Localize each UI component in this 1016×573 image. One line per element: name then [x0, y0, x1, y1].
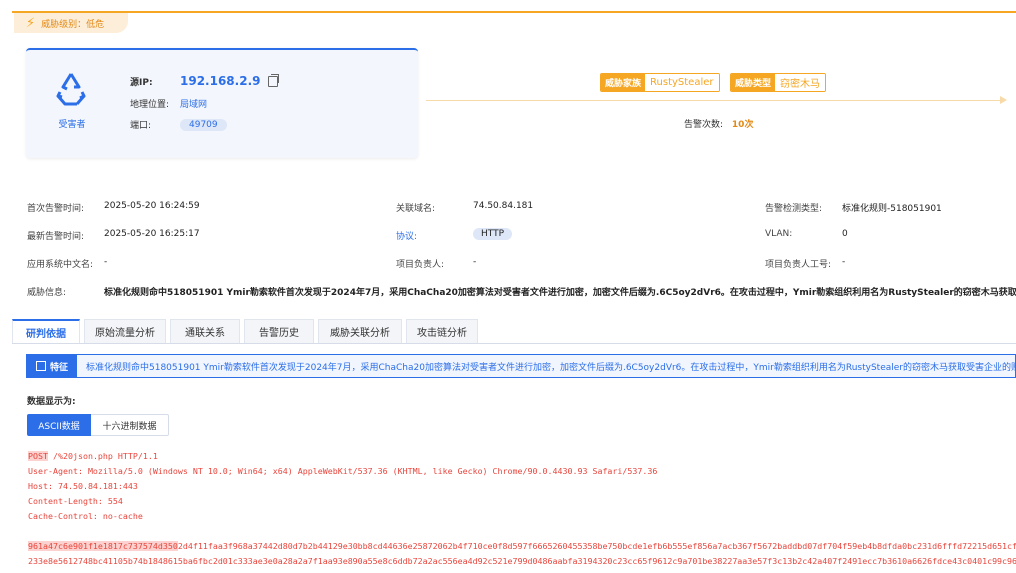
location-value: 局域网 — [180, 100, 208, 110]
owner-value: - — [473, 257, 477, 267]
threat-family-tag: 威胁家族 RustyStealer — [600, 73, 720, 92]
source-ip-value: 192.168.2.9 — [180, 74, 261, 88]
recycle-icon — [56, 73, 86, 106]
body-highlight: 961a47c6e901f1e1817c737574d350 — [28, 541, 178, 551]
tab-attack-chain[interactable]: 攻击链分析 — [406, 319, 478, 343]
location-row: 地理位置: 局域网 — [130, 97, 207, 110]
feature-icon — [35, 361, 46, 371]
first-alert-value: 2025-05-20 16:24:59 — [104, 201, 200, 211]
request-path: /%20json.php HTTP/1.1 — [47, 451, 158, 461]
host-header: Host: 74.50.84.181:443 — [28, 481, 138, 491]
tab-evidence[interactable]: 研判依据 — [12, 319, 80, 343]
hex-button[interactable]: 十六进制数据 — [91, 414, 169, 436]
tab-threat-correlation[interactable]: 威胁关联分析 — [318, 319, 402, 343]
request-line: POST /%20json.php HTTP/1.1 — [28, 451, 158, 461]
last-alert-value: 2025-05-20 16:25:17 — [104, 229, 200, 239]
location-label: 地理位置: — [130, 100, 170, 110]
body-rest: 2d4f11faa3f968a37442d80d7b2b44129e30bb8c… — [177, 541, 1016, 551]
content-length-header: Content-Length: 554 — [28, 496, 123, 506]
threat-type-value: 窃密木马 — [775, 74, 826, 91]
app-cn-value: - — [104, 257, 108, 267]
threat-info-value: 标准化规则命中518051901 Ymir勒索软件首次发现于2024年7月，采用… — [104, 288, 1016, 298]
protocol-label: 协议: — [396, 232, 418, 242]
source-ip-row: 源IP: 192.168.2.9 — [130, 73, 280, 88]
body-line-1: 961a47c6e901f1e1817c737574d3502d4f11faa3… — [28, 541, 1016, 551]
threat-info-label: 威胁信息: — [27, 288, 67, 298]
port-row: 端口: 49709 — [130, 118, 227, 131]
vlan-label: VLAN: — [765, 229, 793, 239]
threat-type-tag: 威胁类型 窃密木马 — [730, 73, 827, 92]
port-value: 49709 — [180, 118, 227, 131]
app-cn-label: 应用系统中文名: — [27, 260, 94, 270]
threat-level-badge: ⚡ 威胁级别：低危 — [14, 13, 128, 33]
data-display-label: 数据显示为: — [27, 397, 76, 407]
ascii-button[interactable]: ASCII数据 — [27, 414, 91, 436]
first-alert-label: 首次告警时间: — [27, 204, 85, 214]
feature-bar: 特征 标准化规则命中518051901 Ymir勒索软件首次发现于2024年7月… — [26, 354, 1016, 378]
protocol-value: HTTP — [473, 228, 513, 240]
threat-level-line — [12, 11, 1016, 13]
feature-tag-label: 特征 — [49, 362, 68, 373]
arrow-right-icon — [1000, 96, 1007, 104]
threat-flow-line — [426, 100, 1004, 101]
threat-type-label: 威胁类型 — [731, 74, 776, 91]
threat-family-label: 威胁家族 — [601, 74, 646, 91]
cache-control-header: Cache-Control: no-cache — [28, 511, 143, 521]
alert-count-label: 告警次数: — [684, 120, 724, 130]
threat-family-value: RustyStealer — [645, 74, 719, 91]
user-agent-header: User-Agent: Mozilla/5.0 (Windows NT 10.0… — [28, 466, 658, 476]
detect-type-value: 标准化规则-518051901 — [842, 204, 942, 214]
source-ip-label: 源IP: — [130, 77, 153, 88]
copy-icon[interactable] — [268, 73, 280, 87]
lightning-icon: ⚡ — [26, 15, 36, 31]
victim-role-label: 受害者 — [58, 120, 86, 130]
tab-communication[interactable]: 通联关系 — [170, 319, 240, 343]
last-alert-label: 最新告警时间: — [27, 232, 85, 242]
feature-tag: 特征 — [27, 355, 77, 377]
analysis-tabs: 研判依据 原始流量分析 通联关系 告警历史 威胁关联分析 攻击链分析 — [12, 319, 1016, 344]
threat-level-label: 威胁级别：低危 — [41, 19, 105, 30]
alert-count: 告警次数: 10次 — [684, 117, 753, 130]
domain-value: 74.50.84.181 — [473, 201, 534, 211]
domain-label: 关联域名: — [396, 204, 436, 214]
owner-id-value: - — [842, 257, 846, 267]
tab-raw-traffic[interactable]: 原始流量分析 — [84, 319, 166, 343]
alert-count-value: 10次 — [731, 120, 754, 130]
body-line-2: 233e8e5612748bc41105b74b1848615ba6fbc2d0… — [28, 556, 1016, 566]
vlan-value: 0 — [842, 229, 848, 239]
detect-type-label: 告警检测类型: — [765, 204, 823, 214]
owner-id-label: 项目负责人工号: — [765, 260, 832, 270]
victim-card: 受害者 源IP: 192.168.2.9 地理位置: 局域网 端口: 49709 — [26, 48, 418, 158]
owner-label: 项目负责人: — [396, 260, 445, 270]
port-label: 端口: — [130, 121, 152, 131]
http-method: POST — [28, 451, 48, 461]
data-format-toggle: ASCII数据 十六进制数据 — [27, 414, 169, 436]
tab-alert-history[interactable]: 告警历史 — [244, 319, 314, 343]
feature-text: 标准化规则命中518051901 Ymir勒索软件首次发现于2024年7月，采用… — [86, 363, 1016, 373]
